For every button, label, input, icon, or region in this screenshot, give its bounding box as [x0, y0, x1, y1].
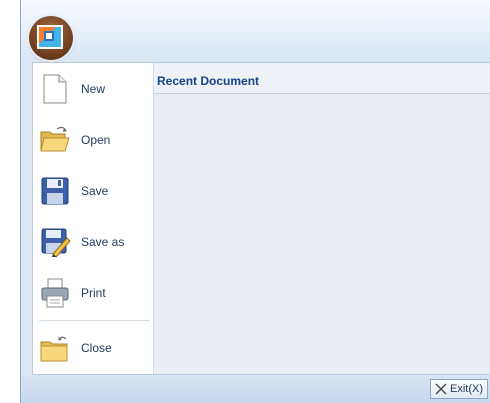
- app-logo-icon: [37, 25, 63, 49]
- menu-item-close[interactable]: Close: [33, 326, 153, 372]
- new-document-icon: [43, 74, 67, 104]
- recent-documents-title: Recent Document: [157, 74, 260, 88]
- menu-list: New Open Save Save as Print Close: [33, 63, 154, 374]
- menu-item-label: Print: [81, 286, 106, 300]
- save-as-icon: [41, 228, 71, 258]
- menu-item-label: Save: [81, 184, 109, 198]
- close-x-icon: [435, 383, 447, 395]
- application-window: New Open Save Save as Print Close Recent…: [20, 0, 490, 403]
- close-folder-icon: [40, 336, 68, 362]
- menu-item-save[interactable]: Save: [33, 169, 153, 215]
- application-menu: New Open Save Save as Print Close Recent…: [32, 62, 490, 375]
- menu-item-label: Save as: [81, 235, 125, 249]
- menu-footer: Exit(X): [21, 376, 490, 403]
- menu-item-label: Close: [81, 341, 112, 355]
- application-menu-button[interactable]: [29, 16, 73, 60]
- floppy-disk-icon: [41, 177, 69, 205]
- title-bar: [21, 0, 490, 60]
- recent-documents-panel: Recent Document: [154, 63, 490, 374]
- menu-item-label: Open: [81, 133, 111, 147]
- open-folder-icon: [40, 126, 70, 152]
- recent-documents-header: Recent Document: [154, 63, 490, 94]
- menu-item-label: New: [81, 82, 106, 96]
- printer-icon: [41, 278, 69, 308]
- menu-item-open[interactable]: Open: [33, 118, 153, 164]
- exit-label: Exit(X): [450, 383, 483, 395]
- menu-item-new[interactable]: New: [33, 67, 153, 113]
- menu-item-print[interactable]: Print: [33, 271, 153, 317]
- menu-separator: [39, 320, 149, 321]
- menu-item-save-as[interactable]: Save as: [33, 220, 153, 266]
- exit-button[interactable]: Exit(X): [430, 379, 488, 399]
